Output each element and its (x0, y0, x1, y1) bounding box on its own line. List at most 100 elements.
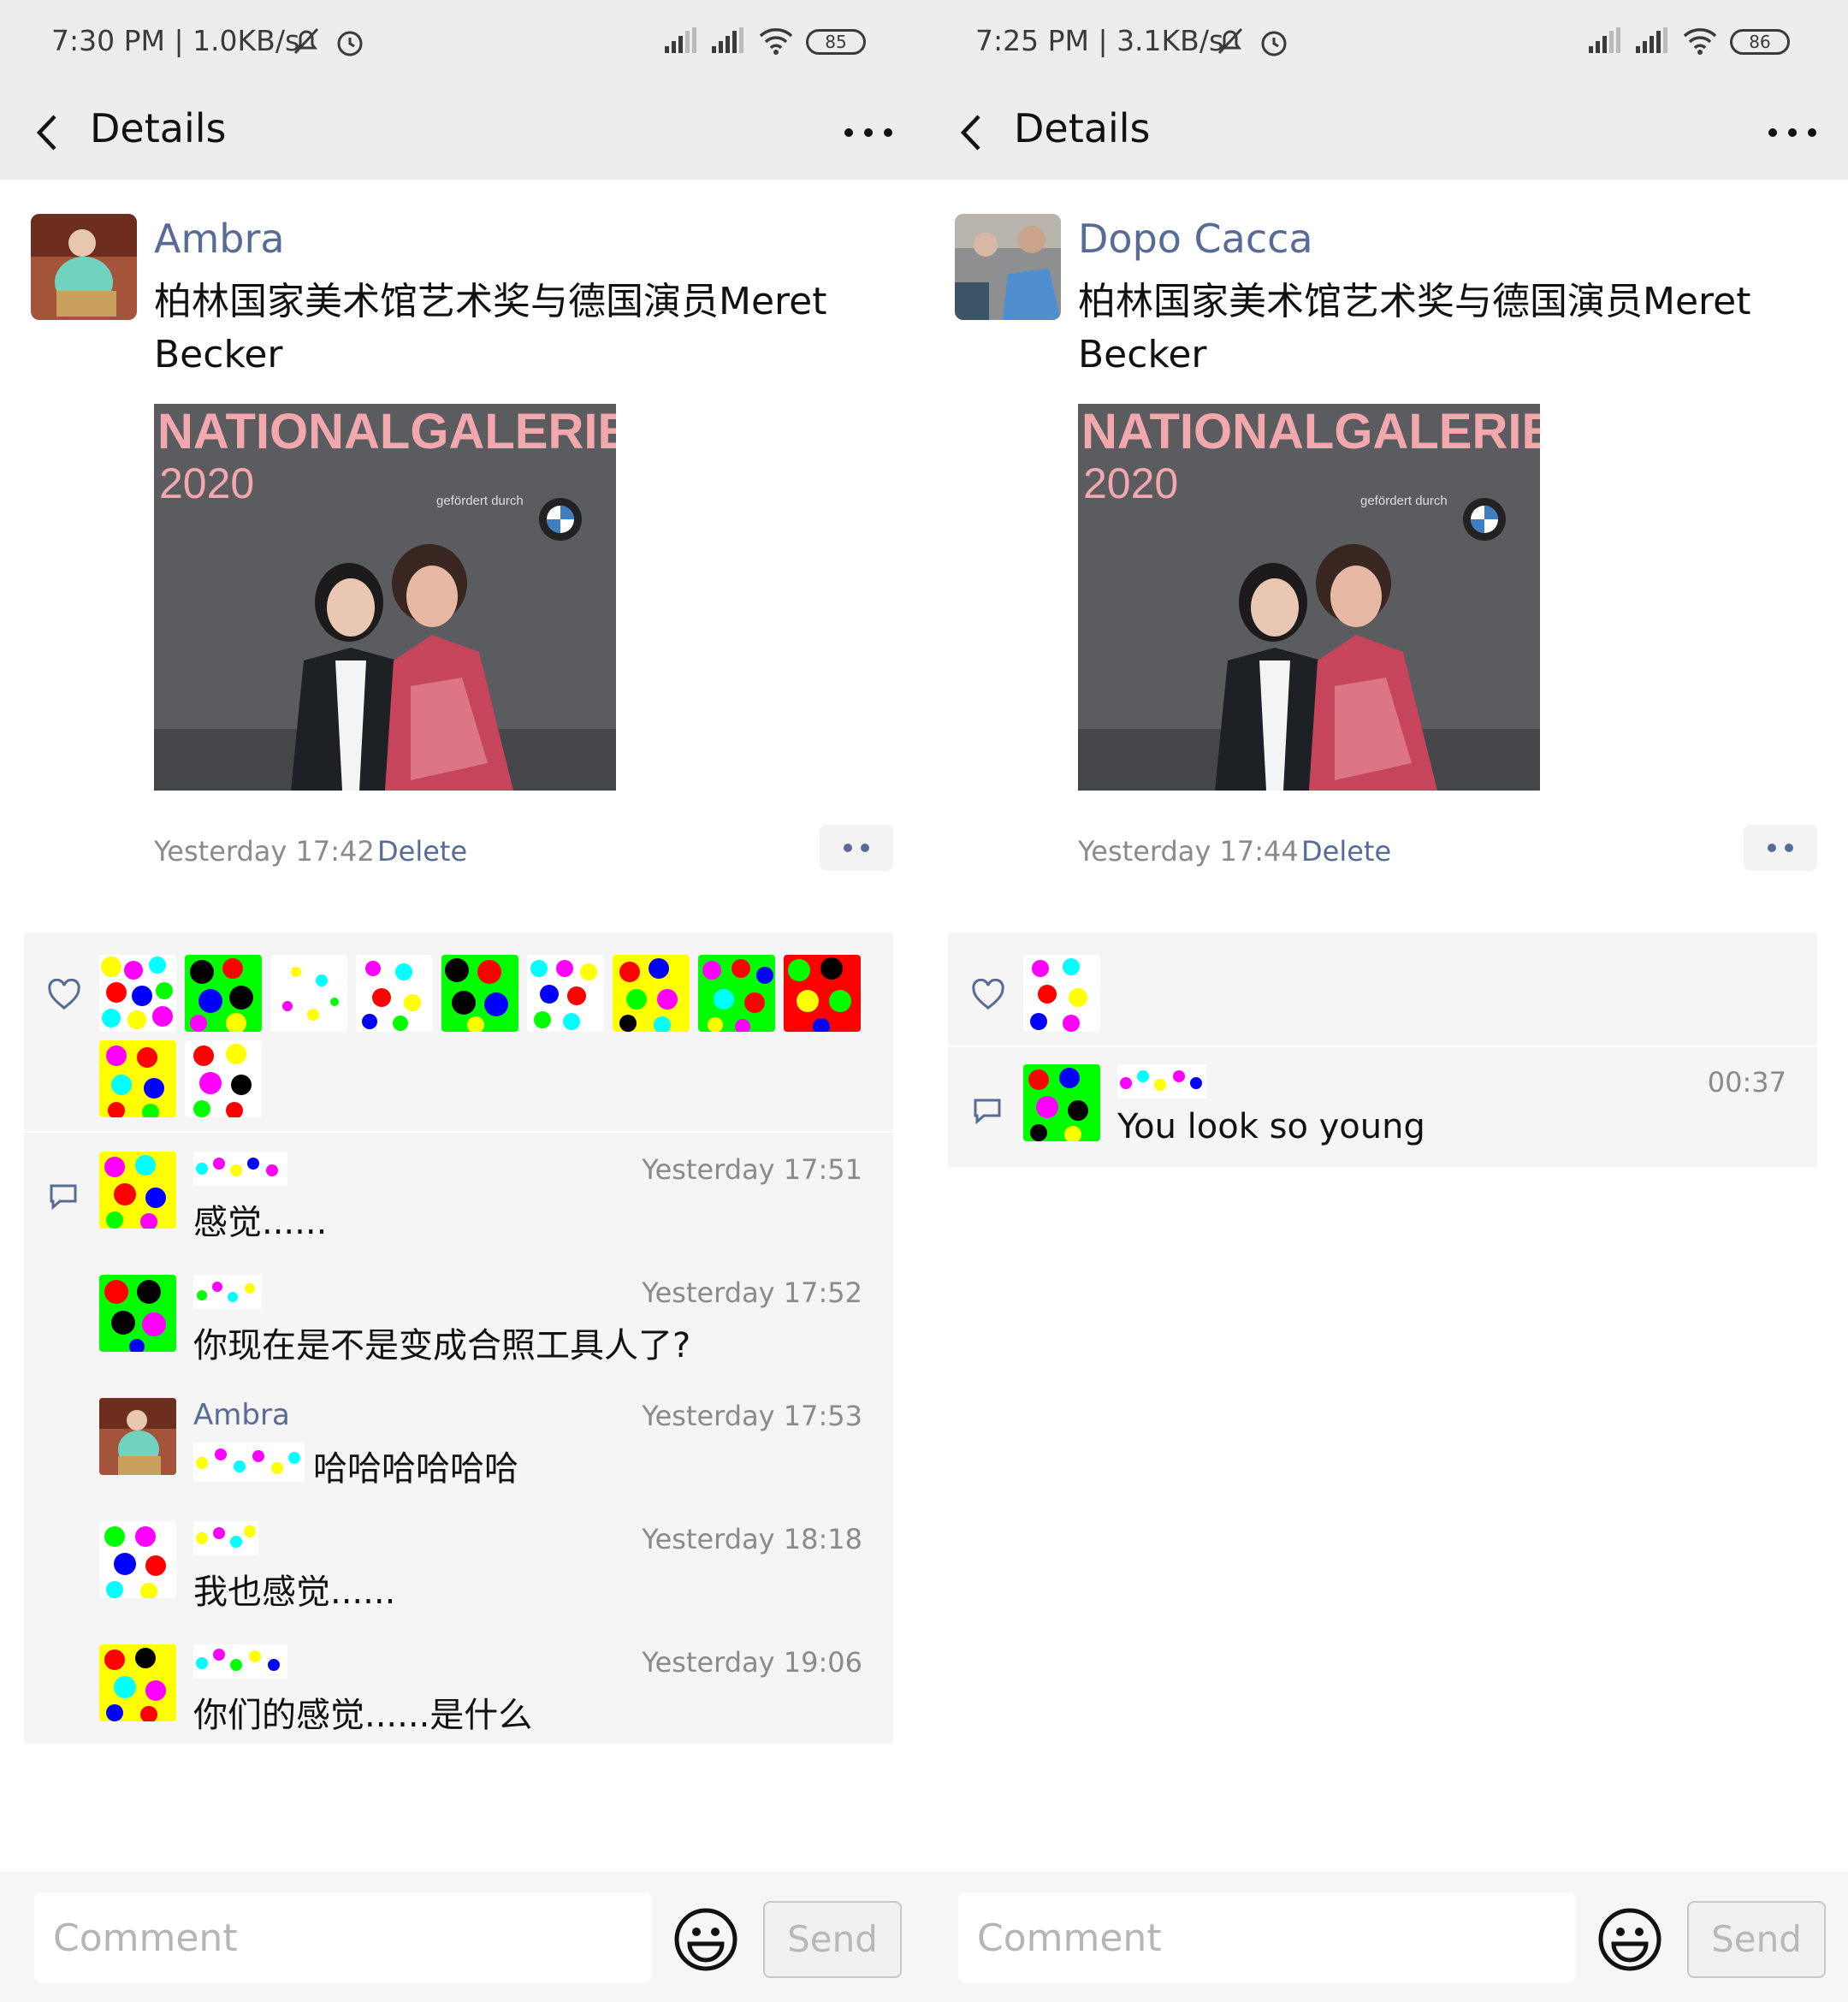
mute-bell-icon (291, 26, 322, 63)
liker-avatar[interactable] (356, 955, 433, 1032)
author-name[interactable]: Ambra (154, 216, 285, 262)
comment-row[interactable]: 00:37 You look so young (1023, 1064, 1804, 1184)
like-comment-toggle[interactable] (1744, 825, 1817, 871)
comment-bar: Comment Send (924, 1872, 1848, 2002)
screen-left: 7:30 PM | 1.0KB/s 85 Details Ambra 柏林国家美… (0, 0, 924, 2002)
post-text: 柏林国家美术馆艺术奖与德国演员Meret Becker (1078, 280, 1751, 376)
comment-time: Yesterday 18:18 (642, 1523, 862, 1555)
commenter-avatar[interactable] (1023, 1064, 1100, 1141)
signal-icon (710, 24, 746, 62)
comment-time: Yesterday 17:53 (642, 1400, 862, 1432)
comment-time: 00:37 (1707, 1066, 1786, 1099)
mention-name[interactable] (193, 1442, 305, 1485)
alarm-icon (334, 26, 366, 65)
liker-avatar[interactable] (527, 955, 604, 1032)
author-avatar[interactable] (955, 214, 1061, 320)
commenter-avatar[interactable] (99, 1521, 176, 1598)
post-time: Yesterday 17:44 (1078, 835, 1299, 868)
comment-text: 你们的感觉......是什么 (193, 1696, 533, 1735)
back-arrow-icon[interactable] (26, 104, 77, 161)
wifi-icon (757, 24, 795, 63)
status-bar: 7:30 PM | 1.0KB/s 85 (0, 0, 924, 86)
battery-icon: 85 (806, 29, 866, 55)
author-avatar[interactable] (31, 214, 137, 320)
comment-input[interactable]: Comment (34, 1892, 652, 1983)
delete-link[interactable]: Delete (377, 835, 467, 868)
commenter-name[interactable] (193, 1521, 258, 1555)
liker-avatar[interactable] (99, 1040, 176, 1117)
post-photo[interactable]: NATIONALGALERIE 2020 gefördert durch (154, 404, 616, 791)
screen-right: 7:25 PM | 3.1KB/s 86 Details Dopo Cacca … (924, 0, 1848, 2002)
photo-text-sponsor: gefördert durch (436, 494, 524, 508)
battery-icon: 86 (1730, 29, 1790, 55)
emoji-icon[interactable] (672, 1906, 739, 1973)
emoji-icon[interactable] (1596, 1906, 1663, 1973)
liker-avatar[interactable] (784, 955, 861, 1032)
commenter-name[interactable] (193, 1152, 287, 1186)
mute-bell-icon (1215, 26, 1246, 63)
comment-text: 哈哈哈哈哈哈 (313, 1449, 518, 1489)
comment-row[interactable]: Yesterday 18:18 我也感觉...... (99, 1521, 880, 1641)
commenter-name[interactable]: Ambra (193, 1398, 290, 1432)
more-icon[interactable] (838, 111, 898, 154)
liker-avatar[interactable] (698, 955, 775, 1032)
comment-row[interactable]: Yesterday 17:52 你现在是不是变成合照工具人了? (99, 1275, 880, 1395)
comments-section: 00:37 You look so young (948, 1047, 1817, 1167)
comment-bar: Comment Send (0, 1872, 924, 2002)
likes-section (24, 933, 893, 1131)
signal-icon (663, 26, 699, 62)
photo-text-sponsor: gefördert durch (1360, 494, 1448, 508)
comment-bubble-icon (970, 1095, 1004, 1126)
wifi-icon (1681, 24, 1719, 63)
status-bar: 7:25 PM | 3.1KB/s 86 (924, 0, 1848, 86)
liker-avatar[interactable] (185, 1040, 262, 1117)
top-bar: Details (0, 86, 924, 180)
photo-text-year: 2020 (159, 459, 254, 507)
liker-avatar[interactable] (613, 955, 690, 1032)
back-arrow-icon[interactable] (950, 104, 1001, 161)
post-text: 柏林国家美术馆艺术奖与德国演员Meret Becker (154, 280, 827, 376)
comment-text: 感觉...... (193, 1203, 328, 1242)
comment-input[interactable]: Comment (958, 1892, 1576, 1983)
comment-text: 你现在是不是变成合照工具人了? (193, 1326, 691, 1365)
comment-time: Yesterday 19:06 (642, 1646, 862, 1679)
comments-section: Yesterday 17:51 感觉...... Yesterday 17:52… (24, 1133, 893, 1744)
liker-avatar[interactable] (1023, 955, 1100, 1032)
page-title: Details (90, 105, 227, 151)
author-name[interactable]: Dopo Cacca (1078, 216, 1313, 262)
comment-row[interactable]: Yesterday 17:51 感觉...... (99, 1152, 880, 1271)
commenter-avatar[interactable] (99, 1152, 176, 1229)
comment-time: Yesterday 17:51 (642, 1153, 862, 1186)
delete-link[interactable]: Delete (1301, 835, 1391, 868)
commenter-avatar[interactable] (99, 1398, 176, 1475)
liker-avatar[interactable] (99, 955, 176, 1032)
commenter-name[interactable] (193, 1275, 262, 1309)
commenter-avatar[interactable] (99, 1644, 176, 1721)
liker-avatar[interactable] (441, 955, 518, 1032)
commenter-name[interactable] (1117, 1064, 1206, 1099)
comment-text: You look so young (1117, 1107, 1425, 1146)
send-button[interactable]: Send (1687, 1901, 1826, 1978)
alarm-icon (1258, 26, 1290, 65)
top-bar: Details (924, 86, 1848, 180)
status-time: 7:30 PM | 1.0KB/s (51, 24, 300, 57)
heart-icon (970, 978, 1006, 1013)
signal-icon (1587, 26, 1623, 62)
comment-row[interactable]: Ambra Yesterday 17:53 哈哈哈哈哈哈 (99, 1398, 880, 1518)
likes-section (948, 933, 1817, 1045)
commenter-name[interactable] (193, 1644, 287, 1679)
photo-text-title: NATIONALGALERIE (1081, 404, 1540, 459)
like-comment-toggle[interactable] (820, 825, 893, 871)
liker-avatar[interactable] (270, 955, 347, 1032)
comment-row[interactable]: Yesterday 19:06 你们的感觉......是什么 (99, 1644, 880, 1764)
status-time: 7:25 PM | 3.1KB/s (975, 24, 1224, 57)
send-button[interactable]: Send (763, 1901, 902, 1978)
liker-avatar[interactable] (185, 955, 262, 1032)
post-photo[interactable]: NATIONALGALERIE 2020 gefördert durch (1078, 404, 1540, 791)
comment-bubble-icon (46, 1181, 80, 1211)
more-icon[interactable] (1762, 111, 1822, 154)
photo-text-title: NATIONALGALERIE (157, 404, 616, 459)
commenter-avatar[interactable] (99, 1275, 176, 1352)
heart-icon (46, 978, 82, 1013)
post-time: Yesterday 17:42 (154, 835, 375, 868)
